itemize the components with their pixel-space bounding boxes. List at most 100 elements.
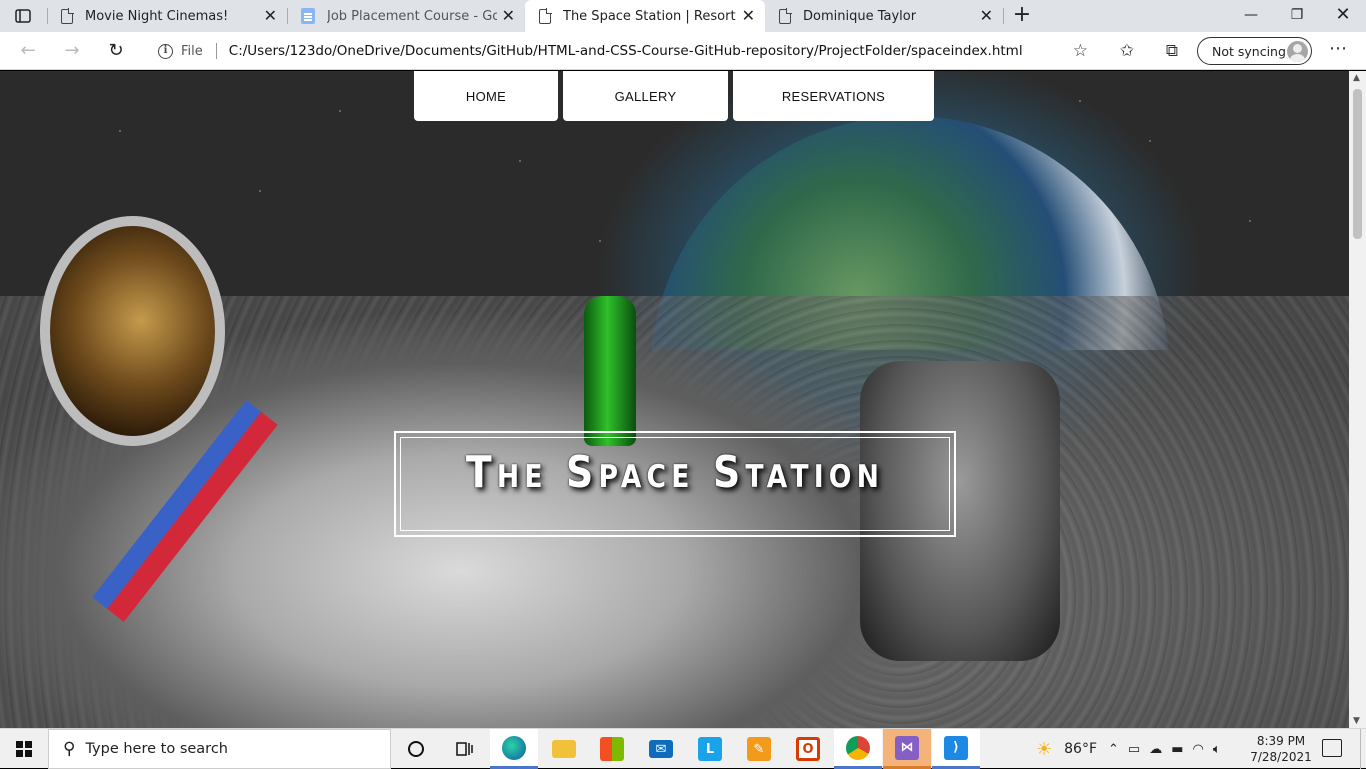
page-icon xyxy=(539,8,552,24)
tab-title: The Space Station | Resort xyxy=(563,8,736,24)
taskbar-app-l[interactable]: L xyxy=(686,729,734,769)
task-view-icon xyxy=(456,742,473,756)
close-icon[interactable]: ✕ xyxy=(980,7,993,25)
tab-space-station[interactable]: The Space Station | Resort ✕ xyxy=(525,0,765,32)
page-icon xyxy=(779,8,792,24)
l-app-icon: L xyxy=(698,737,722,761)
taskbar-visual-studio[interactable]: ⋈ xyxy=(883,729,931,769)
close-icon[interactable]: ✕ xyxy=(502,7,515,25)
forward-button[interactable]: → xyxy=(58,38,86,64)
taskbar-store[interactable] xyxy=(588,729,636,769)
orange-app-icon: ✎ xyxy=(747,737,771,761)
tab-title: Job Placement Course - Google Docs xyxy=(327,8,497,24)
more-options-icon[interactable]: ⋯ xyxy=(1326,38,1350,60)
weather-widget[interactable]: ☀ 86°F xyxy=(1036,729,1097,769)
profile-button[interactable]: Not syncing xyxy=(1197,37,1312,65)
close-window-button[interactable]: ✕ xyxy=(1320,0,1366,32)
onedrive-icon[interactable]: ☁ xyxy=(1149,742,1162,757)
url-scheme: File xyxy=(181,43,203,59)
scroll-up-icon[interactable]: ▲ xyxy=(1353,73,1360,83)
chrome-icon xyxy=(846,735,870,760)
site-navigation: HOME GALLERY RESERVATIONS xyxy=(414,71,934,121)
taskbar-vscode[interactable]: ⟩ xyxy=(932,729,980,769)
add-favorite-icon[interactable]: ☆ xyxy=(1073,41,1088,61)
taskbar-chrome[interactable] xyxy=(834,729,882,769)
cortana-button[interactable] xyxy=(392,729,440,769)
task-view-button[interactable] xyxy=(440,729,488,769)
taskbar-edge[interactable] xyxy=(490,729,538,769)
tab-title: Dominique Taylor xyxy=(803,8,917,24)
nav-home-link[interactable]: HOME xyxy=(414,71,558,121)
office-icon: O xyxy=(796,737,820,761)
close-icon[interactable]: ✕ xyxy=(742,7,755,25)
hero-title-frame: The Space Station xyxy=(394,431,956,537)
wifi-icon[interactable]: ◠ xyxy=(1193,742,1204,757)
profile-label: Not syncing xyxy=(1212,43,1286,59)
bottle-image xyxy=(584,296,636,446)
page-viewport: HOME GALLERY RESERVATIONS The Space Stat… xyxy=(0,71,1349,728)
restore-button[interactable]: ❐ xyxy=(1274,0,1320,32)
taskbar-office[interactable]: O xyxy=(784,729,832,769)
page-scrollbar[interactable]: ▲ ▼ xyxy=(1349,71,1366,728)
page-icon xyxy=(61,8,74,24)
nav-gallery-link[interactable]: GALLERY xyxy=(563,71,728,121)
url-text[interactable]: C:/Users/123do/OneDrive/Documents/GitHub… xyxy=(229,43,1023,59)
favorites-icon[interactable]: ✩ xyxy=(1115,40,1139,62)
scroll-thumb[interactable] xyxy=(1353,89,1362,239)
store-icon xyxy=(600,737,624,761)
back-button[interactable]: ← xyxy=(14,38,42,64)
tab-dominique-taylor[interactable]: Dominique Taylor ✕ xyxy=(765,0,1003,32)
tab-actions-icon xyxy=(15,9,31,23)
nav-reservations-link[interactable]: RESERVATIONS xyxy=(733,71,934,121)
astronaut-helmet xyxy=(40,216,225,446)
taskbar-mail[interactable]: ✉ xyxy=(637,729,685,769)
new-tab-button[interactable]: + xyxy=(1010,4,1034,28)
taskbar-search[interactable]: ⚲ Type here to search xyxy=(48,729,391,769)
system-tray: ⌃ ▭ ☁ ▬ ◠ 🔈︎ xyxy=(1108,729,1221,769)
windows-icon xyxy=(16,741,32,757)
tab-separator xyxy=(1003,8,1004,24)
google-docs-icon xyxy=(301,8,315,24)
edge-icon xyxy=(502,735,526,760)
notification-icon[interactable] xyxy=(1322,739,1342,757)
show-desktop-button[interactable] xyxy=(1360,729,1366,769)
mail-icon: ✉ xyxy=(649,740,673,758)
taskbar-clock[interactable]: 8:39 PM 7/28/2021 xyxy=(1246,733,1316,765)
refresh-icon: ↻ xyxy=(108,40,124,61)
search-icon: ⚲ xyxy=(63,739,76,759)
plus-icon: + xyxy=(1012,2,1032,27)
meet-now-icon[interactable]: ▭ xyxy=(1128,742,1140,757)
start-button[interactable] xyxy=(0,729,48,769)
search-placeholder: Type here to search xyxy=(85,741,228,757)
hero-title: The Space Station xyxy=(465,447,885,498)
minimize-icon: — xyxy=(1244,7,1258,23)
folder-icon xyxy=(552,740,576,758)
close-icon[interactable]: ✕ xyxy=(264,7,277,25)
taskbar: ⚲ Type here to search ✉ L ✎ O ⋈ ⟩ ☀ 86°F… xyxy=(0,728,1366,769)
collections-icon[interactable]: ⧉ xyxy=(1160,40,1184,62)
arrow-left-icon: ← xyxy=(20,40,36,61)
tab-strip: Movie Night Cinemas! ✕ Job Placement Cou… xyxy=(0,0,1366,32)
chevron-up-icon[interactable]: ⌃ xyxy=(1108,742,1119,757)
avatar xyxy=(1287,41,1308,62)
refresh-button[interactable]: ↻ xyxy=(102,38,130,64)
taskbar-file-explorer[interactable] xyxy=(540,729,588,769)
restore-icon: ❐ xyxy=(1290,7,1304,23)
tab-job-placement[interactable]: Job Placement Course - Google Docs ✕ xyxy=(287,0,525,32)
browser-toolbar: ← → ↻ i File C:/Users/123do/OneDrive/Doc… xyxy=(0,32,1366,70)
info-icon[interactable]: i xyxy=(158,43,173,59)
tab-title: Movie Night Cinemas! xyxy=(85,8,229,24)
address-bar[interactable]: i File C:/Users/123do/OneDrive/Documents… xyxy=(146,36,1098,66)
clock-date: 7/28/2021 xyxy=(1250,750,1312,764)
weather-sun-icon: ☀ xyxy=(1036,738,1053,760)
taskbar-app-orange[interactable]: ✎ xyxy=(735,729,783,769)
address-separator xyxy=(215,43,217,59)
scroll-down-icon[interactable]: ▼ xyxy=(1353,716,1360,726)
visual-studio-icon: ⋈ xyxy=(895,735,919,760)
tab-movie-night[interactable]: Movie Night Cinemas! ✕ xyxy=(47,0,287,32)
vscode-icon: ⟩ xyxy=(944,735,968,760)
tab-actions-button[interactable] xyxy=(8,4,38,28)
volume-icon[interactable]: 🔈︎ xyxy=(1213,742,1221,757)
battery-icon[interactable]: ▬ xyxy=(1171,742,1183,757)
minimize-button[interactable]: — xyxy=(1228,0,1274,32)
